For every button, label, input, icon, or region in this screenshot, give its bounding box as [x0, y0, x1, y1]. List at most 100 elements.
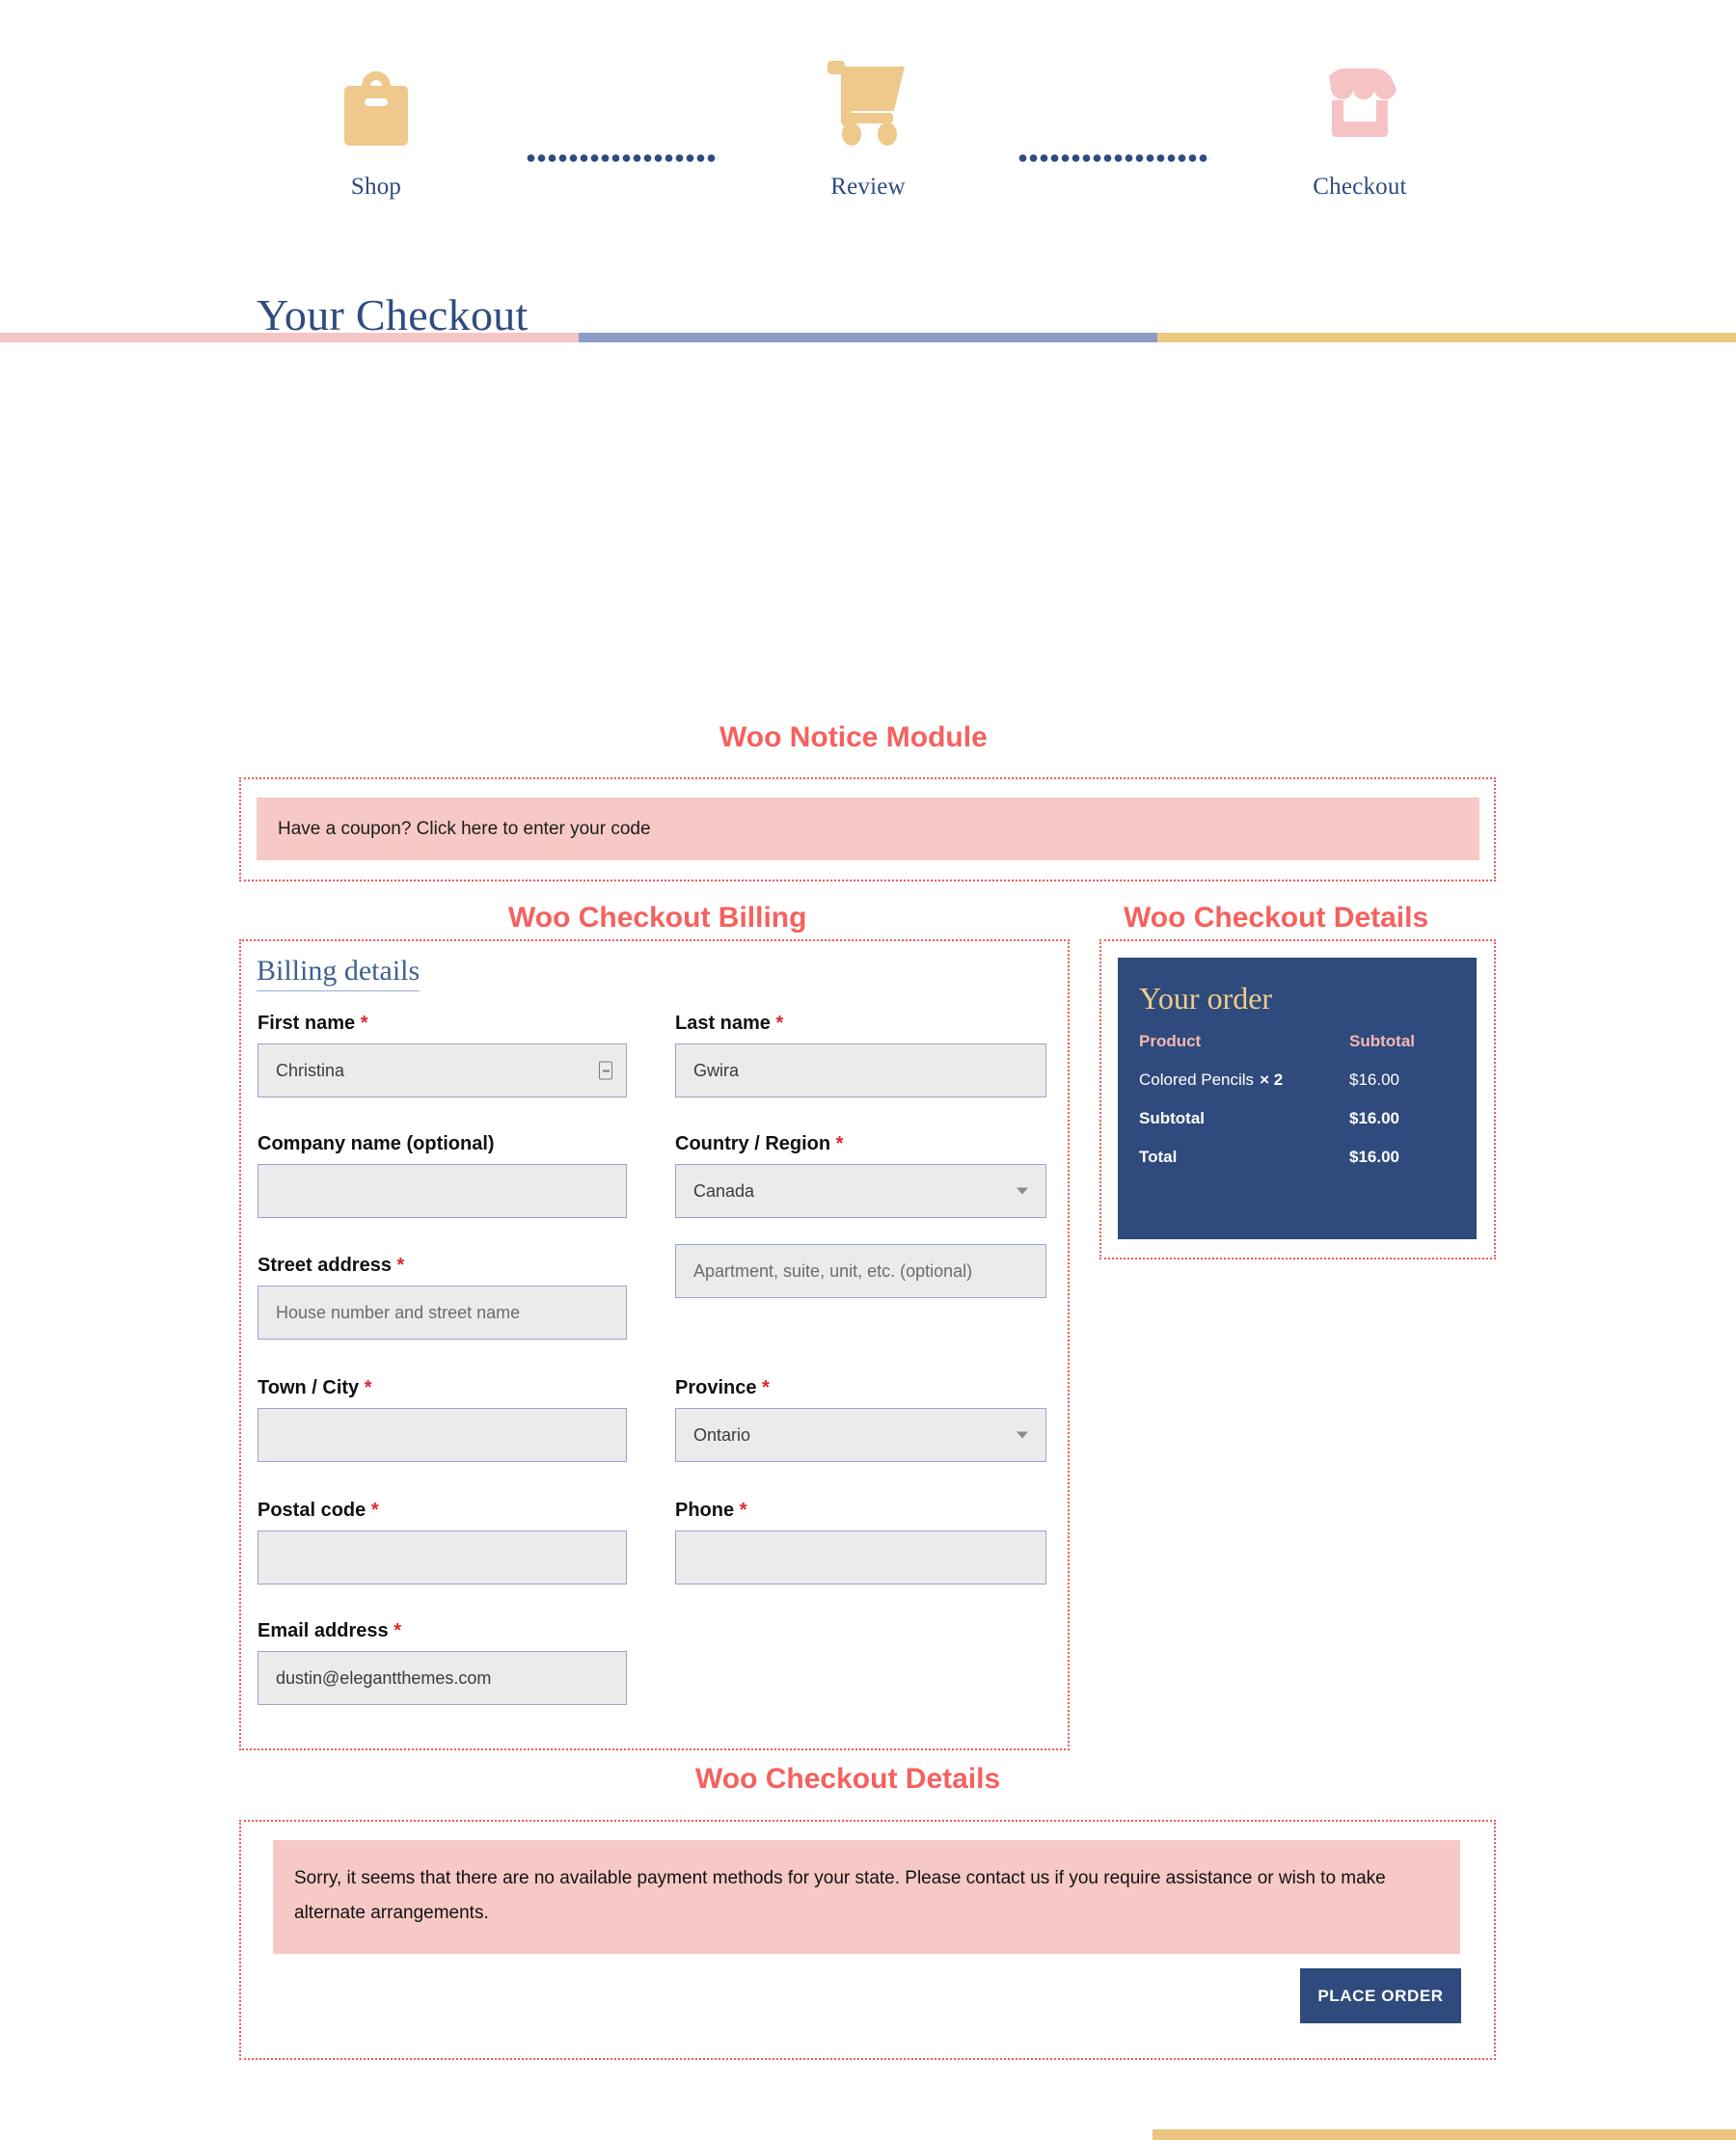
order-column-product: Product	[1139, 1032, 1202, 1050]
coupon-notice[interactable]: Have a coupon? Click here to enter your …	[257, 798, 1479, 860]
step-connector-2	[984, 0, 1244, 162]
required-marker: *	[393, 1620, 401, 1641]
field-address-line-2: Apartment, suite, unit, etc. (optional)	[675, 1244, 1046, 1298]
first-name-value: Christina	[276, 1060, 345, 1080]
label-text: First name	[258, 1013, 356, 1034]
field-company-name: Company name (optional)	[258, 1133, 627, 1218]
country-region-select[interactable]: Canada	[675, 1164, 1046, 1218]
company-name-input[interactable]	[258, 1164, 627, 1218]
chevron-down-icon[interactable]	[1017, 1431, 1028, 1439]
dotted-line-icon	[1017, 154, 1210, 162]
required-marker: *	[360, 1013, 368, 1034]
order-column-subtotal: Subtotal	[1349, 1032, 1415, 1050]
caption-woo-notice-module: Woo Notice Module	[719, 721, 988, 753]
required-marker: *	[370, 1500, 379, 1521]
field-label-postal-code: Postal code *	[258, 1500, 627, 1522]
label-text: Street address	[258, 1255, 392, 1276]
autofill-icon[interactable]	[599, 1061, 612, 1080]
order-item-qty: × 2	[1260, 1070, 1284, 1089]
order-item-subtotal: $16.00	[1349, 1070, 1399, 1089]
province-select[interactable]: Ontario	[675, 1408, 1046, 1462]
progress-segment-checkout	[1157, 333, 1736, 342]
required-marker: *	[775, 1013, 784, 1034]
step-label-shop: Shop	[350, 174, 402, 200]
field-town-city: Town / City *	[258, 1377, 627, 1462]
caption-woo-checkout-billing: Woo Checkout Billing	[508, 902, 807, 934]
phone-input[interactable]	[675, 1531, 1046, 1585]
field-label-country-region: Country / Region *	[675, 1133, 1046, 1155]
label-text: Email address	[258, 1620, 389, 1641]
first-name-input[interactable]: Christina	[258, 1043, 627, 1097]
caption-woo-checkout-details: Woo Checkout Details	[1124, 902, 1429, 934]
page-title: Your Checkout	[257, 290, 529, 339]
field-country-region: Country / Region * Canada	[675, 1133, 1046, 1218]
shopping-cart-icon	[820, 48, 916, 154]
coupon-notice-text: Have a coupon? Click here to enter your …	[278, 818, 651, 839]
checkout-steps-row: Shop Review Checkout	[0, 0, 1736, 251]
address-line-2-input[interactable]: Apartment, suite, unit, etc. (optional)	[675, 1244, 1046, 1298]
field-email-address: Email address * dustin@elegantthemes.com	[258, 1620, 627, 1705]
field-label-province: Province *	[675, 1377, 1046, 1399]
order-line-item: Colored Pencils × 2 $16.00	[1139, 1070, 1455, 1090]
field-first-name: First name * Christina	[258, 1013, 627, 1097]
address-line-2-placeholder: Apartment, suite, unit, etc. (optional)	[693, 1260, 973, 1281]
step-shop[interactable]: Shop	[260, 0, 492, 201]
field-phone: Phone *	[675, 1500, 1046, 1585]
caption-woo-checkout-payment: Woo Checkout Details	[695, 1763, 1001, 1795]
town-city-input[interactable]	[258, 1408, 627, 1462]
field-last-name: Last name * Gwira	[675, 1013, 1046, 1097]
label-text: Country / Region	[675, 1133, 831, 1154]
email-address-input[interactable]: dustin@elegantthemes.com	[258, 1651, 627, 1705]
order-table-header: Product Subtotal	[1139, 1032, 1455, 1051]
field-postal-code: Postal code *	[258, 1500, 627, 1585]
place-order-button[interactable]: PLACE ORDER	[1300, 1968, 1461, 2023]
order-summary-panel: Your order Product Subtotal Colored Penc…	[1118, 958, 1477, 1239]
field-label-first-name: First name *	[258, 1013, 627, 1035]
field-label-street-address: Street address *	[258, 1255, 627, 1277]
required-marker: *	[835, 1133, 844, 1154]
required-marker: *	[762, 1377, 770, 1398]
step-label-review: Review	[830, 174, 906, 200]
place-order-label: PLACE ORDER	[1317, 1986, 1444, 2005]
field-label-town-city: Town / City *	[258, 1377, 627, 1399]
step-review[interactable]: Review	[752, 0, 984, 201]
bottom-accent-bar	[1153, 2129, 1736, 2140]
field-label-last-name: Last name *	[675, 1013, 1046, 1035]
step-label-checkout: Checkout	[1313, 174, 1407, 200]
payment-unavailable-text: Sorry, it seems that there are no availa…	[294, 1868, 1386, 1923]
province-value: Ontario	[693, 1424, 751, 1445]
last-name-value: Gwira	[693, 1060, 740, 1080]
required-marker: *	[364, 1377, 372, 1398]
order-subtotal-row: Subtotal $16.00	[1139, 1109, 1455, 1128]
order-item-name: Colored Pencils	[1139, 1070, 1255, 1089]
required-marker: *	[739, 1500, 747, 1521]
chevron-down-icon[interactable]	[1017, 1187, 1028, 1195]
postal-code-input[interactable]	[258, 1531, 627, 1585]
last-name-input[interactable]: Gwira	[675, 1043, 1046, 1097]
step-checkout[interactable]: Checkout	[1244, 0, 1476, 201]
progress-segment-review	[579, 333, 1157, 342]
email-address-value: dustin@elegantthemes.com	[276, 1667, 492, 1688]
label-text: Province	[675, 1377, 757, 1398]
payment-unavailable-notice: Sorry, it seems that there are no availa…	[273, 1840, 1460, 1954]
field-label-company-name: Company name (optional)	[258, 1133, 495, 1154]
field-province: Province * Ontario	[675, 1377, 1046, 1462]
field-label-email-address: Email address *	[258, 1620, 627, 1642]
label-text: Last name	[675, 1013, 771, 1034]
storefront-icon	[1312, 48, 1408, 154]
label-text: Phone	[675, 1500, 735, 1521]
step-connector-1	[492, 0, 752, 162]
order-subtotal-value: $16.00	[1349, 1109, 1399, 1127]
order-item-name-qty: Colored Pencils × 2	[1139, 1070, 1283, 1090]
label-text: Town / City	[258, 1377, 360, 1398]
country-region-value: Canada	[693, 1180, 755, 1201]
dotted-line-icon	[526, 154, 719, 162]
order-total-value: $16.00	[1349, 1148, 1399, 1166]
field-label-phone: Phone *	[675, 1500, 1046, 1522]
order-subtotal-label: Subtotal	[1139, 1109, 1205, 1127]
order-total-row: Total $16.00	[1139, 1148, 1455, 1167]
required-marker: *	[396, 1255, 405, 1276]
checkout-steps-header: Shop Review Checkout	[0, 0, 1736, 342]
street-address-placeholder: House number and street name	[276, 1302, 521, 1322]
street-address-input[interactable]: House number and street name	[258, 1286, 627, 1340]
